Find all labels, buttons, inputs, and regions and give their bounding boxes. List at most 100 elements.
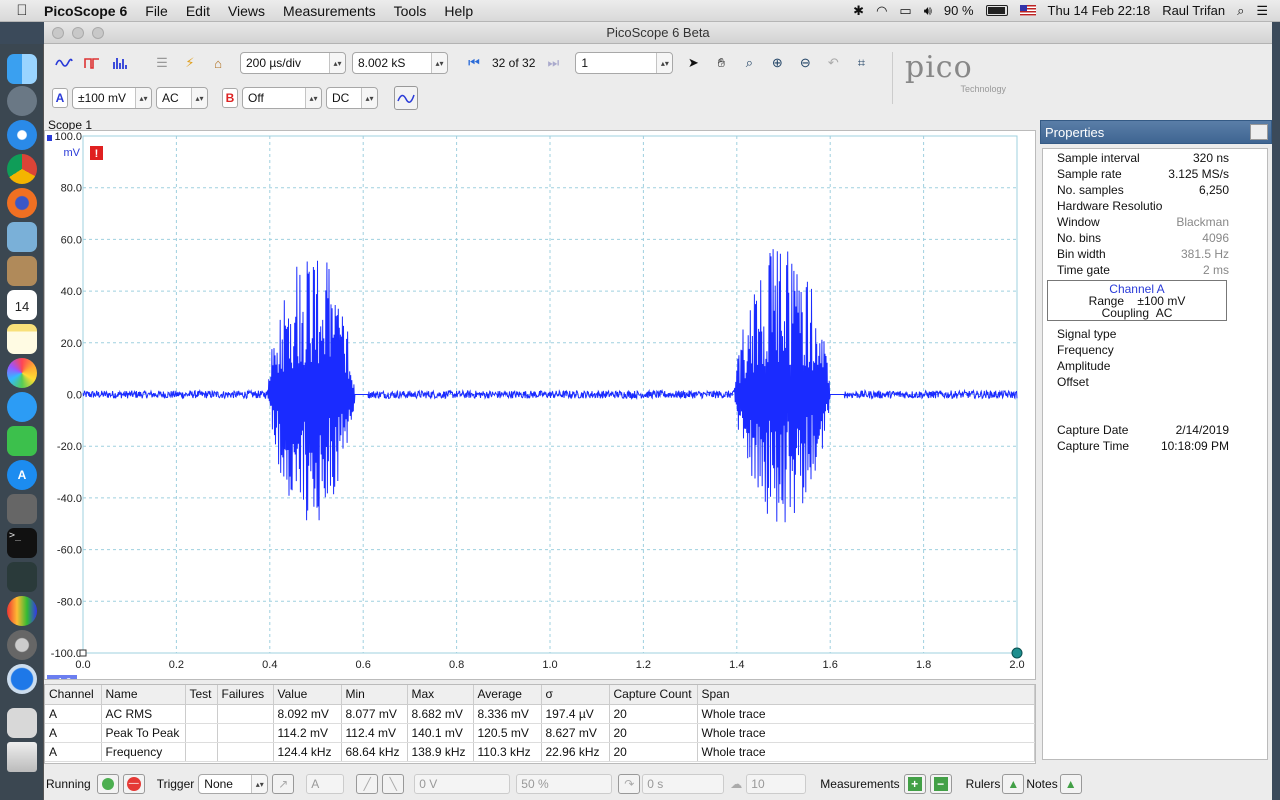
buffer-count-input[interactable]: 1 ▴▾ (575, 52, 674, 74)
menu-tools[interactable]: Tools (394, 3, 427, 19)
rulers-button[interactable]: ▲ (1002, 774, 1025, 794)
home-icon[interactable]: ⌂ (206, 52, 230, 74)
pretrigger-input[interactable]: 50 % (516, 774, 613, 794)
channel-b-tag[interactable]: B (222, 88, 238, 108)
close-window-button[interactable] (52, 27, 64, 39)
col-max[interactable]: Max (407, 685, 474, 705)
pointer-tool-icon[interactable]: ➤ (681, 52, 705, 74)
clock[interactable]: Thu 14 Feb 22:18 (1048, 3, 1151, 18)
table-row[interactable]: A AC RMS 8.092 mV 8.077 mV 8.682 mV 8.33… (45, 704, 1035, 724)
col-sigma[interactable]: σ (541, 685, 610, 705)
col-value[interactable]: Value (273, 685, 342, 705)
safari-icon[interactable] (7, 120, 37, 150)
firefox-icon[interactable] (7, 188, 37, 218)
minimize-window-button[interactable] (72, 27, 84, 39)
flag-icon[interactable] (1019, 5, 1036, 16)
volume-icon[interactable]: 🔊︎ (924, 3, 932, 19)
add-measurement-button[interactable]: + (903, 774, 926, 794)
scope-mode-icon[interactable] (52, 52, 76, 74)
channel-a-range-select[interactable]: ±100 mV ▴▾ (72, 87, 152, 109)
wifi-icon[interactable]: ◠ (876, 3, 887, 19)
menu-measurements[interactable]: Measurements (283, 3, 376, 19)
scope-plot[interactable]: 0.0 0.2 0.4 0.6 0.8 1.0 1.2 1.4 1.6 1.8 2.0 100.0 80… (45, 131, 1035, 688)
col-failures[interactable]: Failures (217, 685, 274, 705)
battery-percent[interactable]: 90 % (944, 3, 974, 18)
channel-a-coupling-select[interactable]: AC ▴▾ (156, 87, 208, 109)
facetime-icon[interactable] (7, 426, 37, 456)
trigger-channel-select[interactable]: A (306, 774, 345, 794)
next-buffer-icon[interactable]: ⏭︎ (541, 52, 565, 74)
preview-icon[interactable] (7, 222, 37, 252)
zoom-fit-icon[interactable]: ⌗ (849, 52, 873, 74)
chrome-icon[interactable] (7, 154, 37, 184)
trigger-mode-select[interactable]: None ▴▾ (198, 774, 269, 794)
quicktime-icon[interactable] (7, 664, 37, 694)
threshold-input[interactable]: 0 V (414, 774, 511, 794)
col-capture-count[interactable]: Capture Count (609, 685, 698, 705)
notification-center-icon[interactable]: ☰ (1256, 3, 1268, 19)
channel-b-coupling-select[interactable]: DC ▴▾ (326, 87, 378, 109)
falling-edge-icon[interactable]: ╲ (382, 774, 405, 794)
scope-view[interactable]: 0.0 0.2 0.4 0.6 0.8 1.0 1.2 1.4 1.6 1.8 2.0 100.0 80… (44, 130, 1036, 688)
delay-input[interactable]: 0 s (642, 774, 725, 794)
col-test[interactable]: Test (185, 685, 218, 705)
apple-icon[interactable]:  (0, 2, 44, 19)
calculator-icon[interactable] (7, 494, 37, 524)
calendar-icon[interactable]: 14 (7, 290, 37, 320)
rapid-trigger-icon[interactable]: ☁ (730, 777, 742, 791)
delay-icon[interactable]: ↷ (618, 774, 641, 794)
zoom-window-button[interactable] (92, 27, 104, 39)
picoscope-dock-icon[interactable] (7, 596, 37, 626)
app-store-icon[interactable]: A (7, 460, 37, 490)
undo-zoom-icon[interactable]: ↶ (821, 52, 845, 74)
channel-b-range-select[interactable]: Off ▴▾ (242, 87, 322, 109)
system-preferences-icon[interactable] (7, 630, 37, 660)
advanced-trigger-icon[interactable]: ↗ (272, 774, 295, 794)
menu-views[interactable]: Views (228, 3, 265, 19)
music-folder-icon[interactable] (7, 708, 37, 738)
col-channel[interactable]: Channel (45, 685, 102, 705)
bluetooth-icon[interactable]: ✱ (853, 3, 864, 19)
capture-count-input[interactable]: 10 (746, 774, 807, 794)
notes-icon[interactable] (7, 324, 37, 354)
finder-icon[interactable] (7, 54, 37, 84)
zoom-in-icon[interactable]: ⊕ (765, 52, 789, 74)
previous-buffer-icon[interactable]: ⏮︎ (462, 52, 486, 74)
notes-button[interactable]: ▲ (1059, 774, 1082, 794)
activity-monitor-icon[interactable] (7, 562, 37, 592)
table-row[interactable]: A Peak To Peak 114.2 mV 112.4 mV 140.1 m… (45, 723, 1035, 743)
zoom-out-icon[interactable]: ⊖ (793, 52, 817, 74)
col-average[interactable]: Average (473, 685, 542, 705)
timebase-select[interactable]: 200 µs/div ▴▾ (240, 52, 346, 74)
rising-edge-icon[interactable]: ╱ (356, 774, 379, 794)
spectrum-mode-icon[interactable] (108, 52, 132, 74)
launchpad-icon[interactable] (7, 86, 37, 116)
hand-tool-icon[interactable]: ✋︎ (709, 52, 733, 74)
samples-select[interactable]: 8.002 kS ▴▾ (352, 52, 448, 74)
persistence-mode-icon[interactable] (80, 52, 104, 74)
terminal-icon[interactable]: >_ (7, 528, 37, 558)
menu-help[interactable]: Help (444, 3, 473, 19)
properties-close-button[interactable] (1250, 124, 1268, 140)
table-row[interactable]: A Frequency 124.4 kHz 68.64 kHz 138.9 kH… (45, 742, 1035, 762)
auto-setup-icon[interactable]: ⚡︎ (178, 52, 202, 74)
delete-measurement-button[interactable]: − (929, 774, 952, 794)
zoom-region-icon[interactable]: ⌕ (737, 52, 761, 74)
airplay-icon[interactable]: ▭ (899, 3, 911, 19)
col-name[interactable]: Name (101, 685, 186, 705)
channel-a-tag[interactable]: A (52, 88, 68, 108)
trash-icon[interactable] (7, 742, 37, 772)
user-name[interactable]: Raul Trifan (1162, 3, 1225, 18)
stop-button[interactable]: — (122, 774, 145, 794)
messages-icon[interactable] (7, 392, 37, 422)
start-button[interactable] (96, 774, 119, 794)
col-span[interactable]: Span (697, 685, 1035, 705)
spotlight-icon[interactable]: ⌕ (1237, 3, 1244, 19)
math-channels-icon[interactable] (394, 86, 418, 110)
menu-edit[interactable]: Edit (186, 3, 210, 19)
contacts-icon[interactable] (7, 256, 37, 286)
channel-options-icon[interactable]: ☰ (150, 52, 174, 74)
photos-icon[interactable] (7, 358, 37, 388)
app-menu[interactable]: PicoScope 6 (44, 3, 127, 19)
col-min[interactable]: Min (341, 685, 408, 705)
